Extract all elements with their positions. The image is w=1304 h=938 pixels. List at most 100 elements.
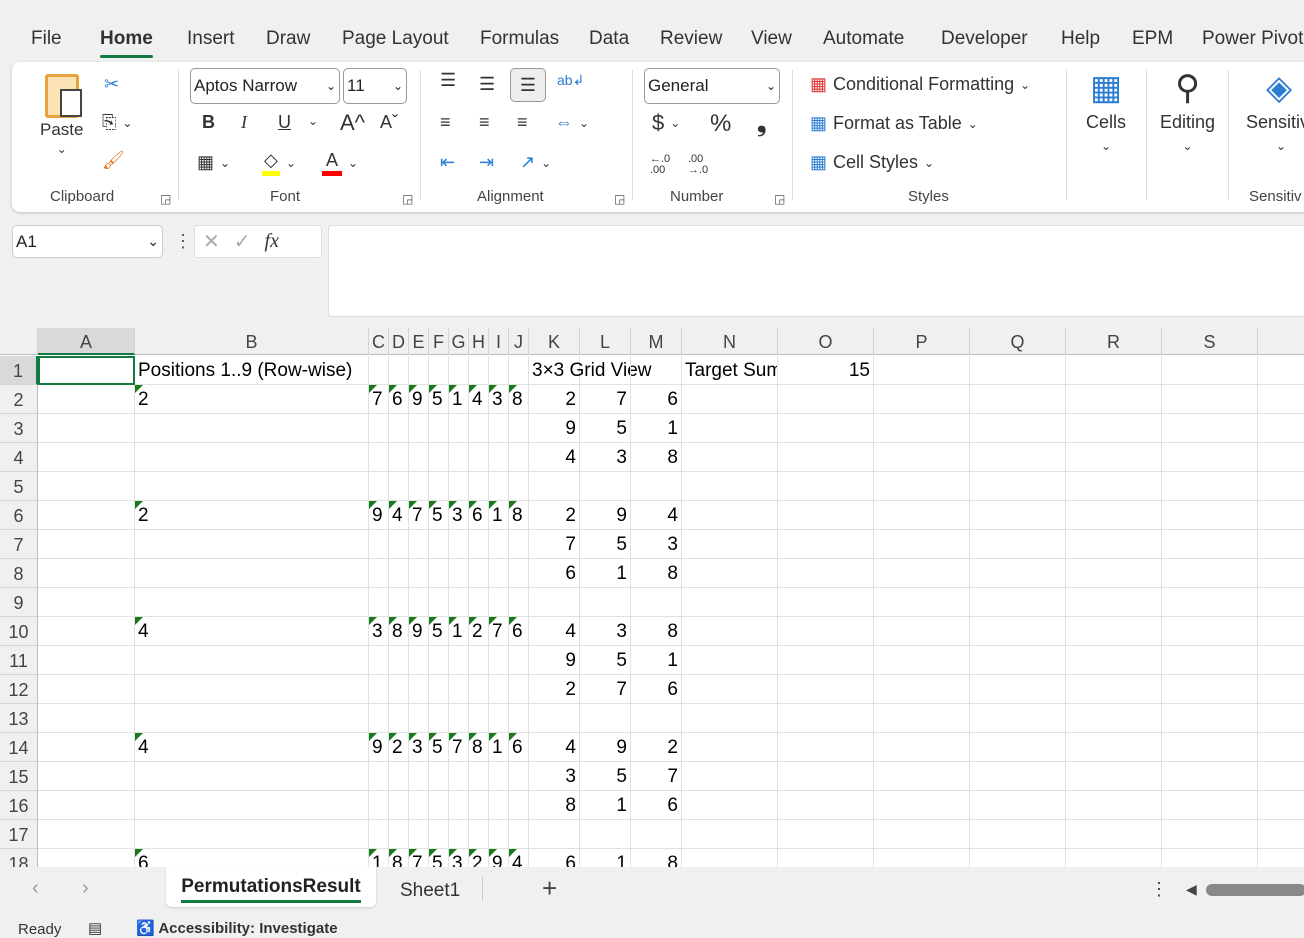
cell-I5[interactable] [489,472,509,501]
cell-S3[interactable] [1162,414,1258,443]
cell-S4[interactable] [1162,443,1258,472]
cell-M9[interactable] [631,588,682,617]
cell-B3[interactable] [135,414,369,443]
cell-G13[interactable] [449,704,469,733]
tab-power-pivot[interactable]: Power Pivot [1202,28,1303,50]
cell-T2[interactable] [1258,385,1304,414]
tab-developer[interactable]: Developer [941,28,1028,50]
cell-H6[interactable]: 6 [469,501,489,530]
cell-K15[interactable]: 3 [529,762,580,791]
cell-F6[interactable]: 5 [429,501,449,530]
cell-H13[interactable] [469,704,489,733]
conditional-formatting-button[interactable]: ▦ Conditional Formatting ⌄ [810,74,1030,95]
cell-E3[interactable] [409,414,429,443]
decrease-font-button[interactable]: Aˇ [380,112,398,133]
cell-Q9[interactable] [970,588,1066,617]
cell-O2[interactable] [778,385,874,414]
cell-F18[interactable]: 5 [429,849,449,867]
cell-L14[interactable]: 9 [580,733,631,762]
cell-A3[interactable] [38,414,135,443]
cell-B4[interactable] [135,443,369,472]
cell-F1[interactable] [429,356,449,385]
align-left-icon[interactable]: ≡ [440,112,451,133]
cell-Q4[interactable] [970,443,1066,472]
cell-E9[interactable] [409,588,429,617]
cell-T6[interactable] [1258,501,1304,530]
cell-K7[interactable]: 7 [529,530,580,559]
cells-button[interactable]: ▦ Cells ⌄ [1086,70,1126,153]
cell-A18[interactable] [38,849,135,867]
cell-T7[interactable] [1258,530,1304,559]
cell-L13[interactable] [580,704,631,733]
cell-H16[interactable] [469,791,489,820]
cell-F10[interactable]: 5 [429,617,449,646]
cell-D1[interactable] [389,356,409,385]
format-as-table-button[interactable]: ▦ Format as Table ⌄ [810,113,978,134]
column-header-G[interactable]: G [449,328,469,355]
cell-G5[interactable] [449,472,469,501]
cell-C7[interactable] [369,530,389,559]
cell-E1[interactable] [409,356,429,385]
tab-page-layout[interactable]: Page Layout [342,28,449,50]
cell-D13[interactable] [389,704,409,733]
cell-G11[interactable] [449,646,469,675]
orientation-icon[interactable]: ↗ ⌄ [520,152,551,173]
add-sheet-icon[interactable]: + [542,873,557,904]
cell-A16[interactable] [38,791,135,820]
cell-F11[interactable] [429,646,449,675]
cell-D9[interactable] [389,588,409,617]
cell-F14[interactable]: 5 [429,733,449,762]
cell-A11[interactable] [38,646,135,675]
paste-button[interactable]: Paste ⌄ [40,74,83,156]
cell-A10[interactable] [38,617,135,646]
cell-D3[interactable] [389,414,409,443]
number-format-select[interactable]: General ⌄ [644,68,780,104]
row-header-12[interactable]: 12 [0,675,38,704]
comma-button[interactable]: ❟ [757,110,766,138]
cell-E14[interactable]: 3 [409,733,429,762]
sheet-tab-sheet1[interactable]: Sheet1 [400,880,460,902]
row-header-11[interactable]: 11 [0,646,38,675]
cell-C11[interactable] [369,646,389,675]
cell-F5[interactable] [429,472,449,501]
cell-J16[interactable] [509,791,529,820]
cell-N7[interactable] [682,530,778,559]
cell-Q5[interactable] [970,472,1066,501]
cell-J9[interactable] [509,588,529,617]
cell-H3[interactable] [469,414,489,443]
cell-Q6[interactable] [970,501,1066,530]
cell-O7[interactable] [778,530,874,559]
tab-home[interactable]: Home [100,28,153,58]
cell-H2[interactable]: 4 [469,385,489,414]
cell-G17[interactable] [449,820,469,849]
cell-G18[interactable]: 3 [449,849,469,867]
cell-K1[interactable]: 3×3 Grid View [529,356,652,385]
cell-A8[interactable] [38,559,135,588]
cell-J5[interactable] [509,472,529,501]
column-header-C[interactable]: C [369,328,389,355]
cell-A2[interactable] [38,385,135,414]
borders-icon[interactable]: ▦ ⌄ [197,152,230,173]
column-header-S[interactable]: S [1162,328,1258,355]
cell-C9[interactable] [369,588,389,617]
cell-M15[interactable]: 7 [631,762,682,791]
cell-B13[interactable] [135,704,369,733]
cell-S13[interactable] [1162,704,1258,733]
cell-T1[interactable] [1258,356,1304,385]
cell-O14[interactable] [778,733,874,762]
cell-R1[interactable] [1066,356,1162,385]
cell-M1[interactable] [631,356,682,385]
cell-E4[interactable] [409,443,429,472]
cell-I6[interactable]: 1 [489,501,509,530]
cell-N16[interactable] [682,791,778,820]
cell-C17[interactable] [369,820,389,849]
cell-D2[interactable]: 6 [389,385,409,414]
cell-F3[interactable] [429,414,449,443]
cell-B11[interactable] [135,646,369,675]
cell-D8[interactable] [389,559,409,588]
cell-J14[interactable]: 6 [509,733,529,762]
cell-A4[interactable] [38,443,135,472]
cell-N2[interactable] [682,385,778,414]
cancel-icon[interactable]: ✕ [203,229,220,254]
cell-H18[interactable]: 2 [469,849,489,867]
